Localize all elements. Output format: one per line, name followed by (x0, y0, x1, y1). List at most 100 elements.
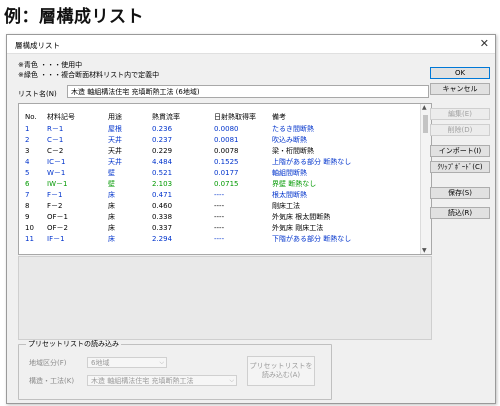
structure-label: 構造・工法(K) (29, 377, 75, 385)
preset-group: プリセットリストの読み込み 地域区分(F) 6地域 ⌵ 構造・工法(K) 木造 … (18, 340, 332, 400)
cell-use: 壁 (108, 180, 115, 188)
table-header: No. 材料記号 用途 熱貫流率 日射熱取得率 備考 (19, 112, 419, 122)
cell-no: 1 (25, 125, 30, 133)
cell-use: 床 (108, 213, 115, 221)
header-code: 材料記号 (47, 113, 75, 121)
legend-composite: ※緑色 ・・・複合断面材料リスト内で定義中 (18, 71, 160, 79)
scroll-up-icon[interactable]: ▲ (422, 104, 427, 111)
cell-no: 10 (25, 224, 34, 232)
cell-code: C－2 (47, 147, 64, 155)
region-select[interactable]: 6地域 ⌵ (87, 357, 167, 368)
cell-solar-ratio: 0.0081 (214, 136, 239, 144)
cell-conductance: 0.237 (152, 136, 173, 144)
cell-code: OF－2 (47, 224, 68, 232)
table-row[interactable]: 9 OF－1 床 0.338 ---- 外気床 根太間断熱 (19, 212, 419, 223)
cell-solar-ratio: ---- (214, 213, 225, 221)
cell-conductance: 0.337 (152, 224, 173, 232)
load-preset-button[interactable]: プリセットリストを 読み込む(A) (247, 356, 315, 386)
load-preset-button-line2: 読み込む(A) (261, 371, 301, 379)
cell-conductance: 0.229 (152, 147, 173, 155)
cell-code: F－2 (47, 202, 63, 210)
page-heading: 例：層構成リスト (4, 7, 144, 27)
table-row[interactable]: 11 IF－1 床 2.294 ---- 下階がある部分 断熱なし (19, 234, 419, 245)
region-label: 地域区分(F) (29, 359, 67, 367)
table-row[interactable]: 7 F－1 床 0.471 ---- 根太間断熱 (19, 190, 419, 201)
header-solar-ratio: 日射熱取得率 (214, 113, 256, 121)
list-name-input[interactable]: 木造 軸組構法住宅 充填断熱工法 (6地域) (67, 85, 429, 98)
dialog-title: 層構成リスト (15, 41, 60, 50)
cell-conductance: 2.103 (152, 180, 173, 188)
cell-note: 外気床 根太間断熱 (272, 213, 331, 221)
cell-no: 8 (25, 202, 30, 210)
cell-note: 界壁 断熱なし (272, 180, 317, 188)
cell-no: 5 (25, 169, 30, 177)
cell-no: 3 (25, 147, 30, 155)
cell-no: 9 (25, 213, 30, 221)
cell-solar-ratio: ---- (214, 235, 225, 243)
cell-code: IC－1 (47, 158, 66, 166)
cell-code: IF－1 (47, 235, 65, 243)
cell-no: 6 (25, 180, 30, 188)
cell-code: IW－1 (47, 180, 68, 188)
detail-panel (18, 256, 432, 340)
cell-code: F－1 (47, 191, 63, 199)
table-row[interactable]: 6 IW－1 壁 2.103 0.0715 界壁 断熱なし (19, 179, 419, 190)
cell-use: 床 (108, 191, 115, 199)
cell-code: R－1 (47, 125, 64, 133)
table-row[interactable]: 3 C－2 天井 0.229 0.0078 梁・桁間断熱 (19, 146, 419, 157)
structure-select[interactable]: 木造 軸組構法住宅 充填断熱工法 ⌵ (87, 375, 237, 386)
load-button[interactable]: 読込(R) (430, 207, 490, 219)
header-conductance: 熱貫流率 (152, 113, 180, 121)
cell-no: 11 (25, 235, 34, 243)
cell-use: 床 (108, 202, 115, 210)
cell-conductance: 0.471 (152, 191, 173, 199)
import-button[interactable]: インポート(I) (430, 145, 490, 157)
save-button[interactable]: 保存(S) (430, 187, 490, 199)
cell-solar-ratio: 0.1525 (214, 158, 239, 166)
cell-solar-ratio: ---- (214, 191, 225, 199)
cell-conductance: 0.521 (152, 169, 173, 177)
cell-note: 剛床工法 (272, 202, 300, 210)
chevron-down-icon: ⌵ (159, 359, 164, 366)
dialog-titlebar: 層構成リスト ✕ (7, 35, 495, 54)
cell-code: W－1 (47, 169, 66, 177)
cell-solar-ratio: 0.0715 (214, 180, 239, 188)
clipboard-button[interactable]: ｸﾘｯﾌﾟﾎﾞｰﾄﾞ(C) (430, 161, 490, 173)
table-row[interactable]: 4 IC－1 天井 4.484 0.1525 上階がある部分 断熱なし (19, 157, 419, 168)
table-row[interactable]: 5 W－1 壁 0.521 0.0177 軸組間断熱 (19, 168, 419, 179)
region-select-value: 6地域 (91, 359, 110, 367)
cell-solar-ratio: ---- (214, 202, 225, 210)
cancel-button[interactable]: キャンセル (430, 83, 490, 95)
cell-note: 根太間断熱 (272, 191, 307, 199)
table-row[interactable]: 10 OF－2 床 0.337 ---- 外気床 剛床工法 (19, 223, 419, 234)
edit-button[interactable]: 編集(E) (430, 108, 490, 120)
ok-button[interactable]: OK (430, 67, 490, 79)
cell-conductance: 0.460 (152, 202, 173, 210)
cell-code: C－1 (47, 136, 64, 144)
cell-note: 梁・桁間断熱 (272, 147, 314, 155)
close-icon[interactable]: ✕ (480, 37, 489, 50)
cell-use: 天井 (108, 147, 122, 155)
cell-conductance: 0.338 (152, 213, 173, 221)
cell-note: 吹込み断熱 (272, 136, 307, 144)
scroll-down-icon[interactable]: ▼ (422, 247, 427, 254)
table-row[interactable]: 1 R－1 屋根 0.236 0.0080 たるき間断熱 (19, 124, 419, 135)
cell-use: 床 (108, 224, 115, 232)
cell-no: 4 (25, 158, 30, 166)
cell-solar-ratio: 0.0080 (214, 125, 239, 133)
cell-solar-ratio: ---- (214, 224, 225, 232)
cell-code: OF－1 (47, 213, 68, 221)
cell-conductance: 0.236 (152, 125, 173, 133)
cell-note: たるき間断熱 (272, 125, 314, 133)
table-row[interactable]: 2 C－1 天井 0.237 0.0081 吹込み断熱 (19, 135, 419, 146)
preset-group-title: プリセットリストの読み込み (26, 340, 121, 349)
cell-use: 床 (108, 235, 115, 243)
delete-button[interactable]: 削除(D) (430, 124, 490, 136)
cell-conductance: 2.294 (152, 235, 173, 243)
scroll-thumb[interactable] (423, 115, 428, 133)
structure-select-value: 木造 軸組構法住宅 充填断熱工法 (91, 377, 194, 385)
table-row[interactable]: 8 F－2 床 0.460 ---- 剛床工法 (19, 201, 419, 212)
load-preset-button-line1: プリセットリストを (249, 362, 313, 370)
cell-no: 7 (25, 191, 30, 199)
layer-table[interactable]: No. 材料記号 用途 熱貫流率 日射熱取得率 備考 1 R－1 屋根 0.23… (18, 103, 432, 255)
